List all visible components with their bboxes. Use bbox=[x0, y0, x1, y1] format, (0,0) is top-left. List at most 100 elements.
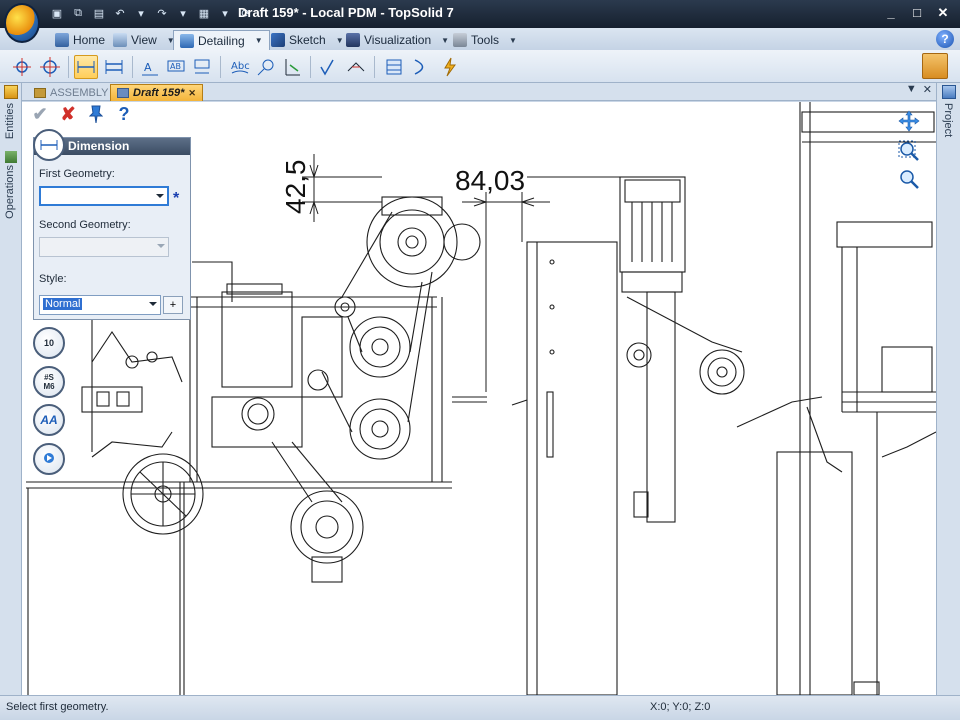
operations-panel-tab[interactable]: Operations bbox=[4, 165, 16, 219]
close-icon[interactable]: ✕ bbox=[923, 83, 932, 96]
tab-tools[interactable]: Tools ▼ bbox=[446, 30, 524, 50]
chevron-down-icon[interactable]: ▼ bbox=[255, 36, 263, 45]
redo-icon[interactable]: ↷ bbox=[153, 4, 171, 22]
text-icon[interactable]: Abc bbox=[228, 55, 252, 79]
status-message: Select first geometry. bbox=[6, 701, 109, 713]
center-mark-icon[interactable] bbox=[10, 55, 34, 79]
second-geometry-field bbox=[39, 237, 169, 257]
title-bar: ▣ ⧉ ▤ ↶ ▾ ↷ ▾ ▦ ▾ ⟳ Draft 159* - Local P… bbox=[0, 0, 960, 28]
tab-sketch[interactable]: Sketch ▼ bbox=[264, 30, 351, 50]
datum-icon[interactable] bbox=[190, 55, 214, 79]
redo-dropdown-icon[interactable]: ▾ bbox=[174, 4, 192, 22]
print-icon[interactable]: ▤ bbox=[90, 4, 108, 22]
save-all-icon[interactable]: ⧉ bbox=[69, 4, 87, 22]
table-icon[interactable] bbox=[382, 55, 406, 79]
zoom-window-icon[interactable] bbox=[898, 140, 922, 164]
dimension-horizontal-label[interactable]: 84,03 bbox=[455, 165, 525, 196]
close-button[interactable]: ✕ bbox=[932, 4, 954, 22]
tab-visualization[interactable]: Visualization ▼ bbox=[339, 30, 456, 50]
tab-label: ASSEMBLY bbox=[50, 86, 109, 99]
tab-label: Draft 159* bbox=[133, 87, 185, 99]
thread-icon: #S M6 bbox=[43, 373, 55, 391]
help-icon[interactable]: ? bbox=[936, 30, 954, 48]
operations-icon[interactable] bbox=[5, 151, 17, 163]
assembly-icon bbox=[34, 87, 46, 98]
tab-home[interactable]: Home bbox=[48, 30, 112, 50]
balloon-icon[interactable] bbox=[254, 55, 278, 79]
second-geometry-label: Second Geometry: bbox=[39, 219, 131, 231]
entities-panel-tab[interactable]: Entities bbox=[4, 103, 16, 139]
quick-access-toolbar: ▣ ⧉ ▤ ↶ ▾ ↷ ▾ ▦ ▾ ⟳ bbox=[48, 4, 255, 24]
draft-icon bbox=[117, 88, 129, 98]
entities-icon[interactable] bbox=[4, 85, 18, 99]
tab-label: View bbox=[131, 33, 157, 47]
thread-button[interactable]: #S M6 bbox=[33, 366, 65, 398]
detailing-icon bbox=[180, 33, 194, 48]
leader-icon[interactable] bbox=[280, 55, 304, 79]
view-icon bbox=[113, 33, 127, 47]
tab-label: Tools bbox=[471, 33, 500, 47]
svg-text:AB: AB bbox=[170, 62, 181, 71]
undo-icon[interactable]: ↶ bbox=[111, 4, 129, 22]
tools-icon bbox=[453, 33, 467, 47]
text-style-icon: AA bbox=[40, 413, 58, 427]
svg-text:Abc: Abc bbox=[231, 61, 250, 72]
screen-dropdown-icon[interactable]: ▾ bbox=[216, 4, 234, 22]
chevron-down-icon[interactable] bbox=[156, 194, 164, 198]
left-dock: Entities Operations bbox=[0, 83, 22, 695]
svg-text:A: A bbox=[144, 61, 152, 74]
help-icon[interactable]: ? bbox=[114, 104, 134, 124]
chevron-down-icon[interactable]: ▼ bbox=[509, 36, 517, 45]
style-gallery-icon[interactable] bbox=[922, 53, 948, 79]
ordinate-icon[interactable]: A bbox=[138, 55, 162, 79]
axis-icon[interactable] bbox=[38, 55, 62, 79]
close-icon[interactable]: ✕ bbox=[188, 88, 196, 99]
undo-dropdown-icon[interactable]: ▾ bbox=[132, 4, 150, 22]
dimension-command-icon bbox=[33, 129, 65, 161]
tab-view[interactable]: View ▼ bbox=[106, 30, 182, 50]
screen-icon[interactable]: ▦ bbox=[195, 4, 213, 22]
zoom-icon[interactable] bbox=[898, 168, 922, 192]
dimension-vertical-label[interactable]: 42,5 bbox=[280, 160, 311, 215]
weld-icon[interactable] bbox=[344, 55, 368, 79]
coordinate-icon[interactable]: AB bbox=[164, 55, 188, 79]
save-icon[interactable]: ▣ bbox=[48, 4, 66, 22]
tolerance-button[interactable]: 10 bbox=[33, 327, 65, 359]
options-icon bbox=[41, 450, 57, 468]
tab-label: Home bbox=[73, 33, 106, 47]
chevron-down-icon[interactable] bbox=[149, 302, 157, 306]
minimize-button[interactable]: _ bbox=[880, 4, 902, 22]
style-value: Normal bbox=[43, 298, 83, 310]
pan-icon[interactable] bbox=[898, 110, 922, 134]
tab-assembly[interactable]: ASSEMBLY bbox=[28, 84, 115, 101]
style-label: Style: bbox=[39, 273, 67, 285]
ribbon-tabs: Home View ▼ Detailing ▼ Sketch ▼ Visuali… bbox=[0, 28, 960, 50]
text-style-button[interactable]: AA bbox=[33, 404, 65, 436]
maximize-button[interactable]: □ bbox=[906, 4, 928, 22]
curve-icon[interactable] bbox=[410, 55, 434, 79]
surface-finish-icon[interactable] bbox=[316, 55, 340, 79]
lightning-icon[interactable] bbox=[438, 55, 462, 79]
dimension-panel: Dimension First Geometry: * Second Geome… bbox=[33, 137, 191, 320]
tab-detailing[interactable]: Detailing ▼ bbox=[173, 30, 270, 50]
first-geometry-field[interactable] bbox=[39, 186, 169, 206]
cancel-icon[interactable]: ✘ bbox=[58, 104, 78, 124]
first-geometry-label: First Geometry: bbox=[39, 168, 115, 180]
window-title: Draft 159* - Local PDM - TopSolid 7 bbox=[238, 5, 454, 20]
project-icon[interactable] bbox=[942, 85, 956, 99]
ok-icon[interactable]: ✔ bbox=[30, 104, 50, 124]
pin-icon[interactable] bbox=[86, 104, 106, 124]
required-marker: * bbox=[173, 190, 180, 207]
add-style-button[interactable]: + bbox=[163, 296, 183, 314]
ribbon-toolbar: A AB Abc bbox=[0, 50, 960, 83]
chain-dimension-icon[interactable] bbox=[102, 55, 126, 79]
document-tabs: ASSEMBLY Draft 159* ✕ ▼ ✕ bbox=[22, 83, 936, 101]
tab-label: Sketch bbox=[289, 33, 326, 47]
app-logo[interactable] bbox=[4, 3, 40, 43]
options-button[interactable] bbox=[33, 443, 65, 475]
tab-draft[interactable]: Draft 159* ✕ bbox=[110, 84, 203, 101]
dimension-icon[interactable] bbox=[74, 55, 98, 79]
project-panel-tab[interactable]: Project bbox=[942, 103, 954, 137]
tab-list-icon[interactable]: ▼ bbox=[906, 83, 917, 96]
style-select[interactable]: Normal bbox=[39, 295, 161, 315]
